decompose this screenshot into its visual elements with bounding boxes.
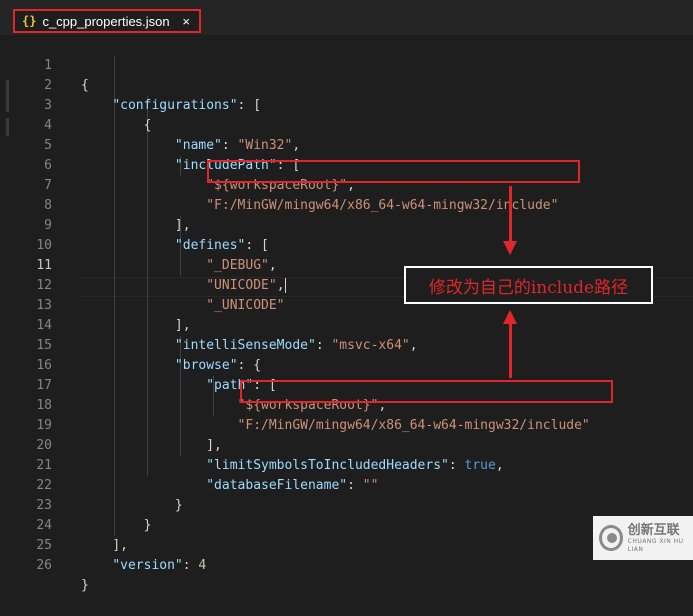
include-path-highlight	[207, 160, 580, 183]
code-line: 9 "defines": [	[0, 196, 693, 253]
watermark: 创新互联 CHUANG XIN HU LIAN	[593, 516, 693, 560]
code-line: 16 "path": [	[0, 336, 693, 393]
code-line: 2 "configurations": [	[0, 56, 693, 113]
code-line: 24 ],	[0, 496, 693, 553]
watermark-main-text: 创新互联	[627, 522, 680, 538]
annotation-callout: 修改为自己的include路径	[404, 266, 653, 304]
code-line: 20 "limitSymbolsToIncludedHeaders": true…	[0, 416, 693, 473]
arrow-down-shaft	[509, 323, 512, 378]
close-icon[interactable]: ×	[182, 14, 190, 29]
code-line: 21 "databaseFilename": ""	[0, 436, 693, 493]
tab-filename: c_cpp_properties.json	[42, 13, 170, 29]
arrow-up-icon	[503, 310, 517, 324]
code-line: 5 "includePath": [	[0, 116, 693, 173]
code-line: 26 }	[0, 536, 693, 593]
code-line: 3 {	[0, 76, 693, 133]
code-line: 6 "${workspaceRoot}",	[0, 136, 693, 193]
watermark-sub-text: CHUANG XIN HU LIAN	[627, 537, 684, 553]
tab-bar: {} c_cpp_properties.json ×	[0, 0, 693, 36]
code-line: 17 "${workspaceRoot}",	[0, 356, 693, 413]
arrow-up-shaft	[509, 186, 512, 242]
browse-path-highlight	[240, 380, 613, 403]
json-file-icon: {}	[22, 14, 37, 28]
code-line: 15 "browse": {	[0, 316, 693, 373]
code-line: 1 {	[0, 36, 693, 93]
code-line: 23 }	[0, 476, 693, 533]
code-line-active: 11 "UNICODE",	[0, 236, 693, 293]
line-number: 26	[36, 558, 52, 573]
code-line: 25 "version": 4	[0, 516, 693, 573]
code-line: 4 "name": "Win32",	[0, 96, 693, 153]
watermark-logo-icon	[599, 525, 623, 551]
code-line: 22 }	[0, 456, 693, 513]
arrow-down-icon	[503, 241, 517, 255]
code-line: 10 "_DEBUG",	[0, 216, 693, 273]
file-tab[interactable]: {} c_cpp_properties.json ×	[13, 9, 201, 33]
